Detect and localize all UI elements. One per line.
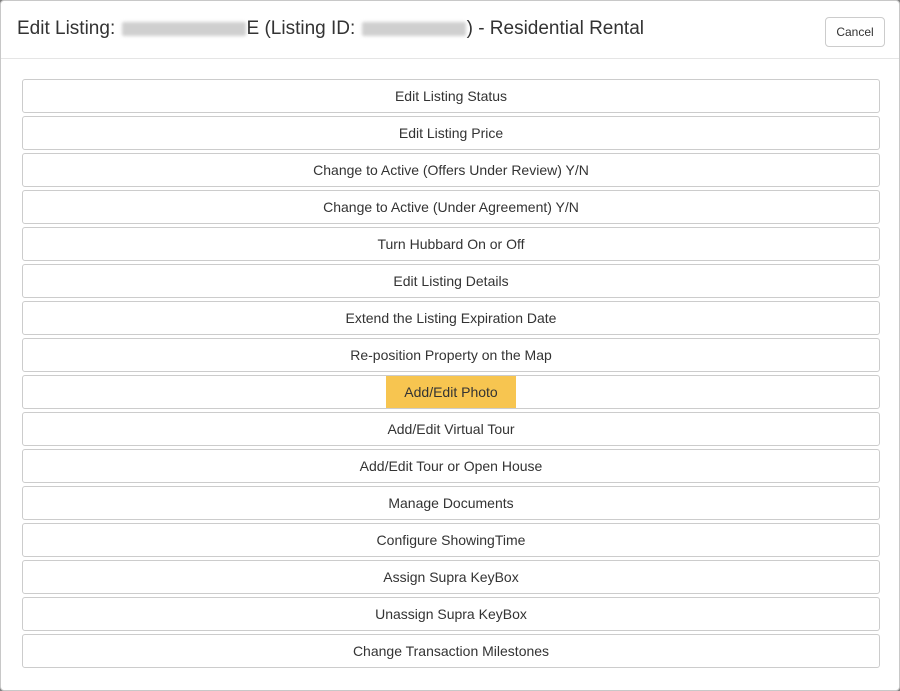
- modal-header: Edit Listing: E (Listing ID: ) - Residen…: [1, 1, 899, 59]
- change-active-under-agreement-button[interactable]: Change to Active (Under Agreement) Y/N: [22, 190, 880, 224]
- action-label: Edit Listing Details: [393, 273, 509, 289]
- action-label: Assign Supra KeyBox: [383, 569, 519, 585]
- action-label: Turn Hubbard On or Off: [377, 236, 525, 252]
- title-suffix: - Residential Rental: [478, 18, 644, 39]
- action-label: Change to Active (Offers Under Review) Y…: [313, 162, 589, 178]
- cancel-button[interactable]: Cancel: [825, 17, 885, 47]
- action-label: Add/Edit Photo: [386, 376, 516, 408]
- action-label: Re-position Property on the Map: [350, 347, 552, 363]
- redacted-address: [121, 21, 246, 36]
- change-transaction-milestones-button[interactable]: Change Transaction Milestones: [22, 634, 880, 668]
- title-prefix: Edit Listing:: [17, 18, 116, 39]
- redacted-listing-id: [361, 21, 466, 36]
- action-label: Manage Documents: [388, 495, 514, 511]
- reposition-on-map-button[interactable]: Re-position Property on the Map: [22, 338, 880, 372]
- title-listing-close: ): [466, 18, 473, 39]
- configure-showingtime-button[interactable]: Configure ShowingTime: [22, 523, 880, 557]
- action-label: Configure ShowingTime: [376, 532, 526, 548]
- edit-listing-status-button[interactable]: Edit Listing Status: [22, 79, 880, 113]
- add-edit-virtual-tour-button[interactable]: Add/Edit Virtual Tour: [22, 412, 880, 446]
- action-label: Change Transaction Milestones: [352, 643, 550, 659]
- action-label: Add/Edit Tour or Open House: [359, 458, 543, 474]
- action-label: Change to Active (Under Agreement) Y/N: [323, 199, 579, 215]
- extend-expiration-date-button[interactable]: Extend the Listing Expiration Date: [22, 301, 880, 335]
- assign-supra-keybox-button[interactable]: Assign Supra KeyBox: [22, 560, 880, 594]
- toggle-hubbard-button[interactable]: Turn Hubbard On or Off: [22, 227, 880, 261]
- unassign-supra-keybox-button[interactable]: Unassign Supra KeyBox: [22, 597, 880, 631]
- change-active-offers-review-button[interactable]: Change to Active (Offers Under Review) Y…: [22, 153, 880, 187]
- action-label: Add/Edit Virtual Tour: [387, 421, 515, 437]
- title-address-tail: E: [246, 18, 260, 39]
- action-label: Unassign Supra KeyBox: [375, 606, 527, 622]
- action-label: Edit Listing Price: [398, 125, 504, 141]
- action-list: Edit Listing Status Edit Listing Price C…: [22, 79, 880, 671]
- manage-documents-button[interactable]: Manage Documents: [22, 486, 880, 520]
- add-edit-open-house-button[interactable]: Add/Edit Tour or Open House: [22, 449, 880, 483]
- action-label: Edit Listing Status: [394, 88, 508, 104]
- action-label: Extend the Listing Expiration Date: [345, 310, 557, 326]
- modal-title: Edit Listing: E (Listing ID: ) - Residen…: [17, 17, 644, 41]
- edit-listing-price-button[interactable]: Edit Listing Price: [22, 116, 880, 150]
- add-edit-photo-button[interactable]: Add/Edit Photo: [22, 375, 880, 409]
- title-listing-open: (Listing ID:: [264, 18, 356, 39]
- edit-listing-details-button[interactable]: Edit Listing Details: [22, 264, 880, 298]
- edit-listing-modal: Edit Listing: E (Listing ID: ) - Residen…: [0, 0, 900, 691]
